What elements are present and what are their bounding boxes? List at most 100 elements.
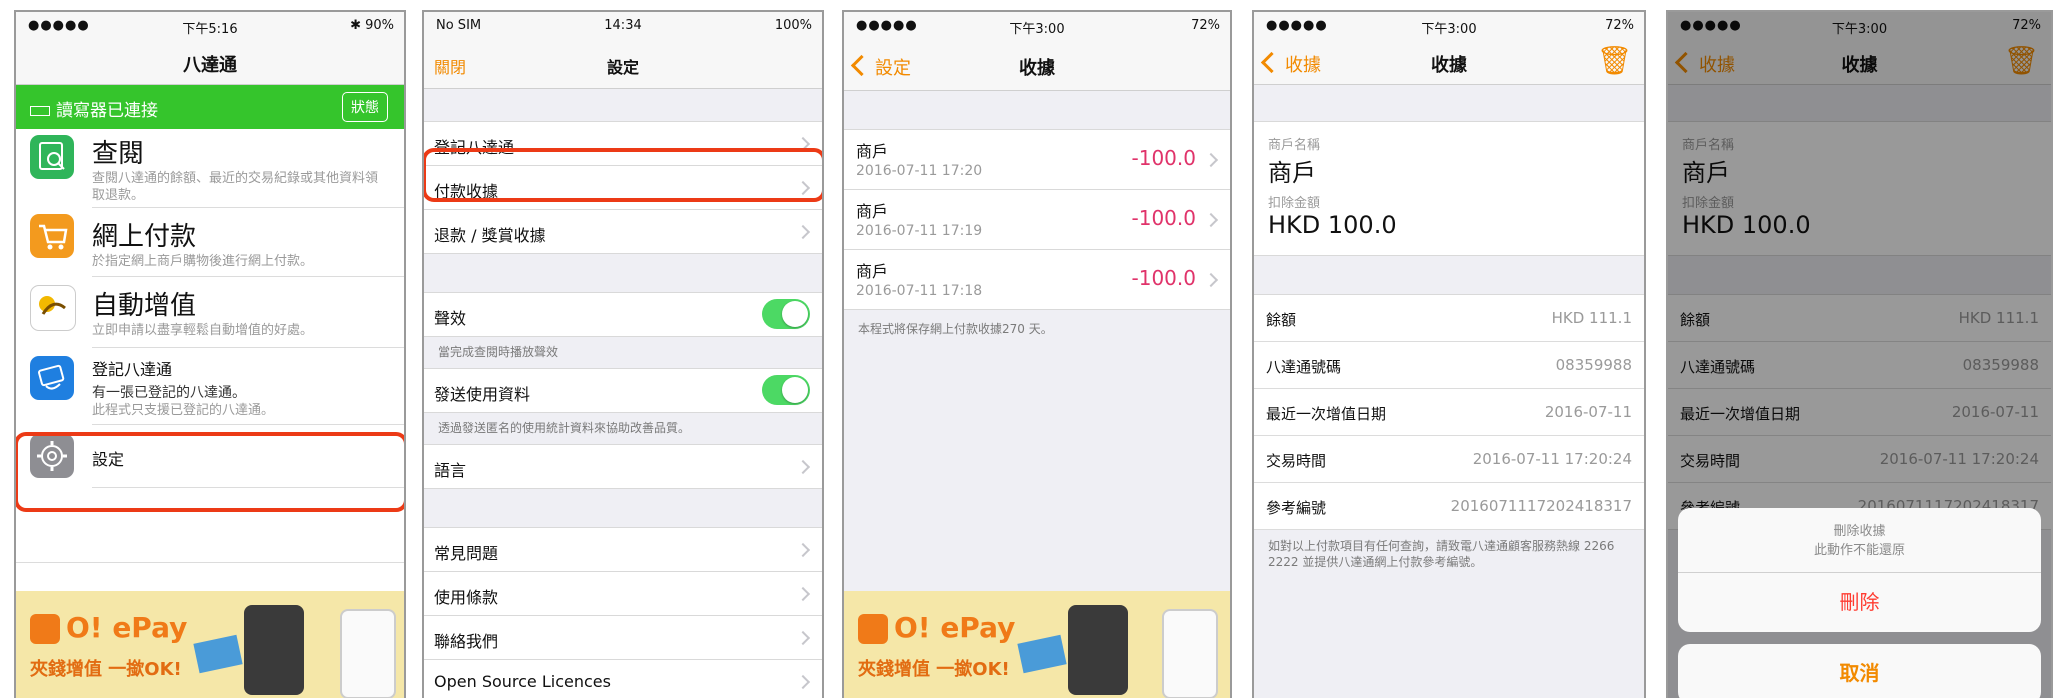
merchant-name: 商戶 [1268,159,1316,187]
detail-row-reference: 參考編號 20160711172024183​17 [1254,483,1644,530]
epay-logo-icon [30,614,60,644]
receipt-row[interactable]: 商戶 2016-07-11 17:19 -100.0 [844,190,1230,250]
status-time: 14:34 [604,18,642,33]
row-label: 語言 [434,461,467,480]
phone-illustration-icon [244,605,304,695]
detail-row-balance: 餘額 HKD 111.1 [1254,295,1644,342]
row-label: 使用條款 [434,588,499,607]
receipt-amount: -100.0 [1131,206,1196,230]
cancel-sheet: 取消 [1678,644,2041,698]
status-bar: ●●●●● 下午3:00 72% [1254,12,1644,40]
settings-row-language[interactable]: 語言 [424,445,822,489]
menu-item-online-payment[interactable]: 網上付款 於指定網上商戶購物後進行網上付款。 [30,208,404,277]
receipt-merchant: 商戶 [856,142,889,161]
row-label: 聯絡我們 [434,632,499,651]
row-key: 交易時間 [1266,452,1327,470]
amount-label: 扣除金額 [1268,196,1321,211]
send-data-toggle[interactable] [762,375,810,405]
delete-button[interactable]: 刪除 [1678,572,2041,633]
receipt-amount: -100.0 [1131,266,1196,290]
chevron-right-icon [1203,272,1219,287]
search-icon [30,135,74,179]
settings-row-refund-receipts[interactable]: 退款 / 獎賞收據 [424,210,822,254]
highlight-settings [16,432,404,512]
chevron-right-icon [1203,212,1219,227]
menu-title: 自動增值 [92,291,197,321]
receipt-amount: -100.0 [1131,146,1196,170]
chevron-right-icon [1203,152,1219,167]
banner-brand: O! ePay [858,611,1015,644]
banner-slogan: 夾錢增值 一撳OK! [858,659,1010,680]
status-button[interactable]: 狀態 [342,92,388,122]
receipt-merchant: 商戶 [856,262,889,281]
aavs-logo-icon [30,285,76,331]
row-value: 2016-07-11 [1544,403,1632,421]
phone-settings: No SIM 14:34 100% 關閉 設定 登記八達通 付款收據 退款 / … [422,10,824,698]
battery-indicator: 72% [1191,18,1220,33]
settings-row-terms[interactable]: 使用條款 [424,572,822,616]
card-illustration-icon [1017,634,1067,674]
settings-row-contact[interactable]: 聯絡我們 [424,616,822,660]
receipt-row[interactable]: 商戶 2016-07-11 17:20 -100.0 [844,130,1230,190]
chevron-right-icon [795,224,811,239]
menu-item-aavs[interactable]: 自動增值 立即申請以盡享輕鬆自動增值的好處。 [30,277,404,348]
menu-title: 登記八達通 [92,360,173,379]
menu-item-enquiry[interactable]: 查閱 查閱八達通的餘額、最近的交易紀錄或其他資料領取退款。 [30,129,404,208]
sound-note: 當完成查閱時播放聲效 [438,345,559,359]
status-time: 下午3:00 [1421,22,1477,37]
receipt-merchant: 商戶 [856,202,889,221]
nav-bar: 收據 收據 🗑 [1254,40,1644,85]
epay-banner[interactable]: O! ePay 夾錢增值 一撳OK! [16,591,404,698]
sound-toggle[interactable] [762,299,810,329]
cancel-button[interactable]: 取消 [1678,644,2041,698]
phone-illustration-icon [1162,609,1218,698]
epay-banner[interactable]: O! ePay 夾錢增值 一撳OK! [844,591,1230,698]
row-label: 常見問題 [434,544,499,563]
row-label: Open Source Licences [434,672,611,691]
sheet-title: 刪除收據 [1833,524,1886,539]
settings-row-licences[interactable]: Open Source Licences [424,660,822,698]
detail-row-transaction-time: 交易時間 2016-07-11 17:20:24 [1254,436,1644,483]
phone-receipts-list: ●●●●● 下午3:00 72% 設定 收據 商戶 2016-07-11 17:… [842,10,1232,698]
row-key: 參考編號 [1266,499,1327,517]
menu-item-register-octopus[interactable]: 登記八達通 有一張已登記的八達通。 此程式只支援已登記的八達通。 [30,348,404,425]
phone-illustration-icon [1068,605,1128,695]
page-title: 八達通 [183,55,237,76]
reader-status-text: 讀寫器已連接 [30,96,158,121]
row-value: 2016-07-11 17:20:24 [1472,450,1632,468]
menu-subtitle: 查閱八達通的餘額、最近的交易紀錄或其他資料領取退款。 [92,171,379,203]
row-key: 餘額 [1266,311,1297,329]
banner-brand-text: O! ePay [894,611,1016,644]
battery-indicator: ✱ 90% [350,18,394,33]
settings-row-faq[interactable]: 常見問題 [424,528,822,572]
detail-row-last-topup: 最近一次增值日期 2016-07-11 [1254,389,1644,436]
chevron-right-icon [795,674,811,689]
delete-action-sheet: 刪除收據 此動作不能還原 刪除 [1678,508,2041,632]
phone-delete-receipt: ●●●●● 下午3:00 72% 收據 收據 🗑 商戶名稱 商戶 扣除金額 HK… [1666,10,2053,698]
trash-icon[interactable]: 🗑 [1596,44,1632,77]
nav-bar: 八達通 [16,40,404,85]
row-value: 20160711172024183​17 [1450,497,1632,515]
empty-list-area [16,562,404,563]
card-link-icon [30,356,74,400]
chevron-right-icon [795,586,811,601]
menu-subtitle: 於指定網上商戶購物後進行網上付款。 [92,254,314,269]
retention-note: 本程式將保存網上付款收據270 天。 [858,322,1053,336]
receipt-date: 2016-07-11 17:19 [856,223,983,239]
menu-subtitle: 立即申請以盡享輕鬆自動增值的好處。 [92,323,314,338]
settings-row-send-data: 發送使用資料 [424,369,822,413]
row-key: 最近一次增值日期 [1266,405,1387,423]
row-value: 08359988 [1555,356,1632,374]
settings-row-sound: 聲效 [424,293,822,337]
highlight-payment-receipts [424,148,822,202]
status-time: 下午5:16 [182,22,238,37]
chevron-right-icon [795,630,811,645]
receipt-row[interactable]: 商戶 2016-07-11 17:18 -100.0 [844,250,1230,310]
row-key: 八達通號碼 [1266,358,1342,376]
status-bar: ●●●●● 下午5:16 ✱ 90% [16,12,404,40]
battery-icon [30,106,50,116]
battery-indicator: 72% [1605,18,1634,33]
row-value: HKD 111.1 [1551,309,1632,327]
epay-logo-icon [858,614,888,644]
chevron-right-icon [795,459,811,474]
